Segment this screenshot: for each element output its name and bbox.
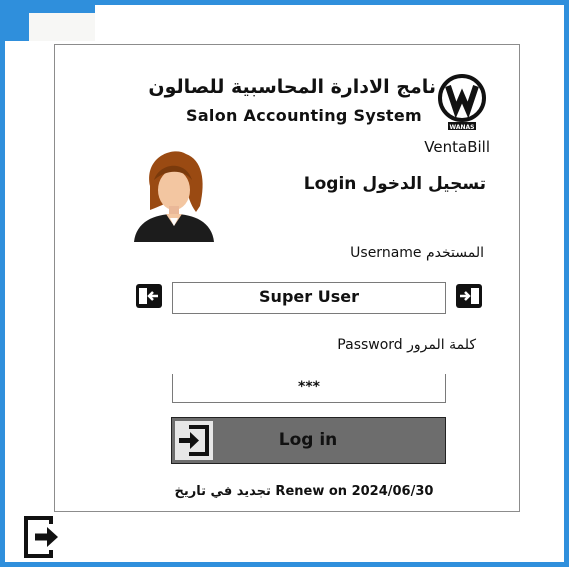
username-field[interactable]: Super User: [172, 282, 446, 314]
username-label: المستخدم Username: [350, 245, 484, 261]
login-heading: تسجيل الدخول Login: [303, 174, 486, 194]
wanas-logo-icon: WANAS: [438, 74, 486, 131]
password-label: كلمة المرور Password: [337, 337, 476, 353]
logo-text: WANAS: [450, 124, 475, 131]
brand-name: VentaBill: [424, 138, 490, 156]
corner-tab-inner: [29, 13, 95, 41]
renew-date-text: تجديد في تاريخ Renew on 2024/06/30: [174, 484, 434, 499]
app-title-english: Salon Accounting System: [186, 106, 422, 125]
password-field[interactable]: ***: [172, 374, 446, 403]
login-button[interactable]: Log in: [171, 417, 446, 464]
exit-icon[interactable]: [23, 516, 59, 558]
keyboard-switch-right-icon[interactable]: [456, 284, 482, 308]
login-arrow-icon: [175, 421, 213, 460]
login-button-label: Log in: [278, 430, 338, 450]
app-title-arabic: نامج الادارة المحاسبية للصالون: [148, 76, 436, 98]
keyboard-switch-left-icon[interactable]: [136, 284, 162, 308]
user-avatar-icon: [134, 151, 214, 242]
